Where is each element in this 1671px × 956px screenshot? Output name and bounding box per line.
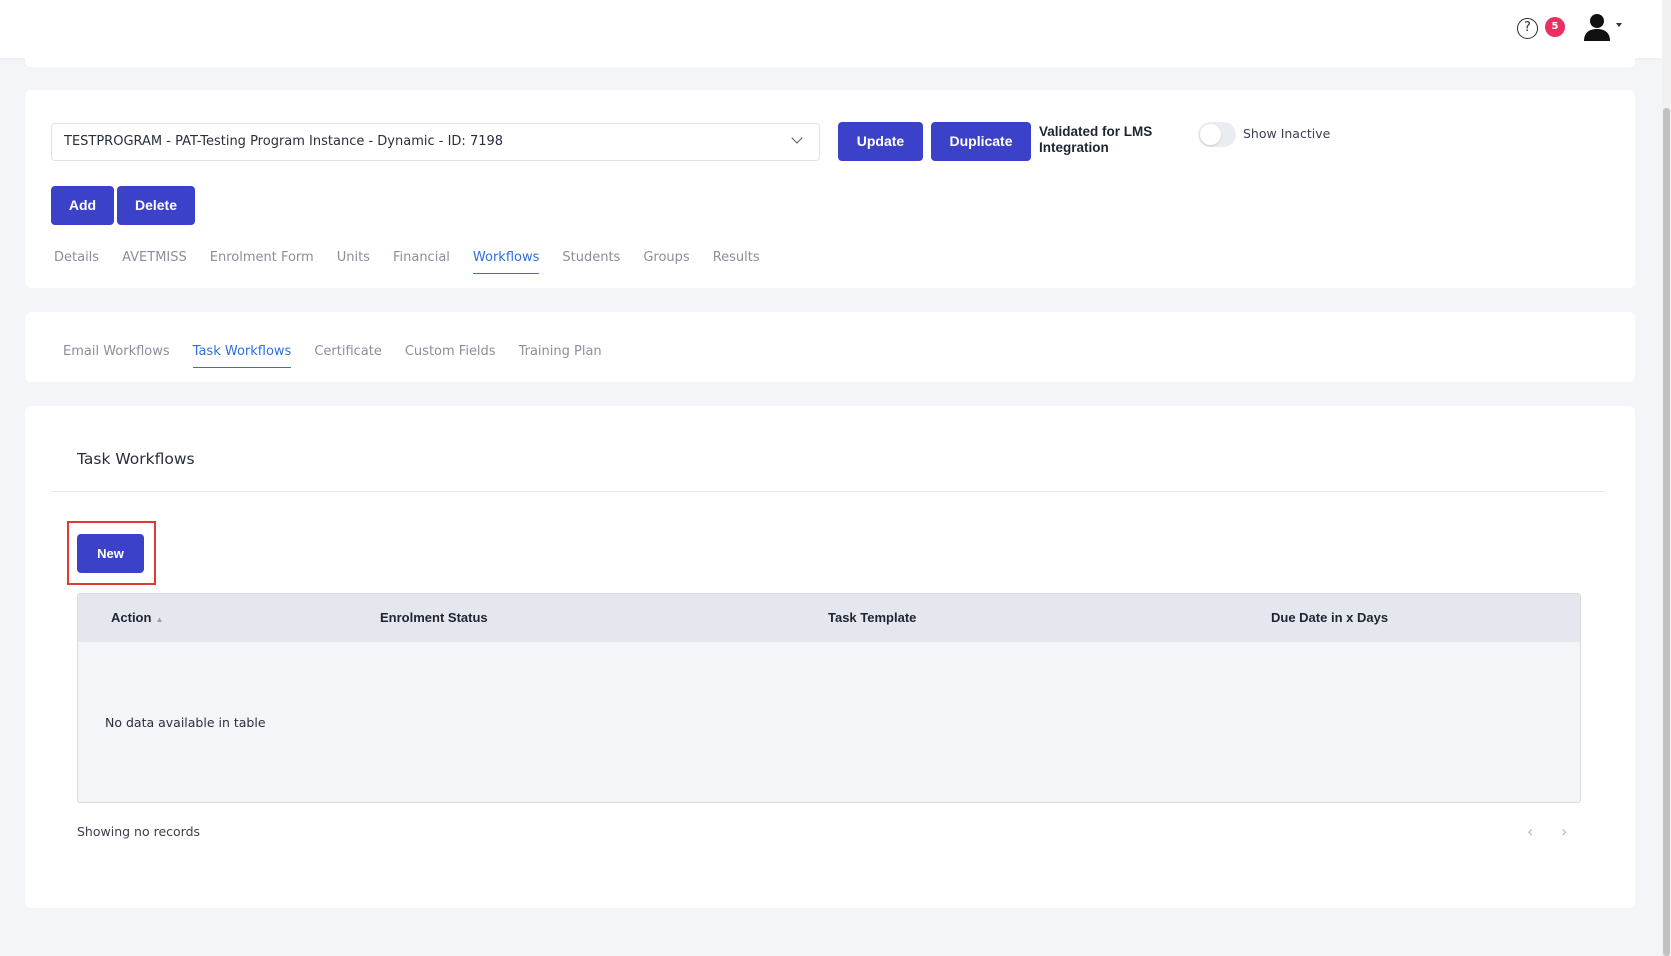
divider [51, 491, 1605, 492]
user-menu-caret-icon[interactable] [1616, 23, 1622, 27]
user-avatar-icon[interactable] [1582, 12, 1616, 42]
task-workflows-table: Action ▲ Enrolment Status Task Template D… [77, 593, 1581, 803]
tab-email-workflows[interactable]: Email Workflows [63, 344, 170, 368]
tab-certificate[interactable]: Certificate [314, 344, 382, 368]
empty-table-message: No data available in table [105, 715, 266, 730]
pagination-next-icon[interactable]: › [1561, 822, 1567, 841]
tab-groups[interactable]: Groups [643, 250, 689, 274]
program-select[interactable]: TESTPROGRAM - PAT-Testing Program Instan… [51, 123, 820, 161]
top-bar-strip [25, 58, 1635, 67]
tab-training-plan[interactable]: Training Plan [519, 344, 602, 368]
toggle-knob[interactable] [1200, 124, 1221, 145]
column-header-enrolment-status[interactable]: Enrolment Status [380, 610, 488, 625]
section-title: Task Workflows [77, 450, 195, 468]
tab-results[interactable]: Results [713, 250, 760, 274]
table-header: Action ▲ Enrolment Status Task Template D… [78, 594, 1580, 642]
tab-workflows[interactable]: Workflows [472, 250, 540, 274]
validated-lms-label: Validated for LMS Integration [1039, 124, 1153, 155]
column-header-action[interactable]: Action ▲ [111, 610, 163, 625]
pagination-prev-icon[interactable]: ‹ [1527, 822, 1533, 841]
tab-units[interactable]: Units [337, 250, 370, 274]
add-button[interactable]: Add [51, 186, 114, 225]
delete-button[interactable]: Delete [117, 186, 195, 225]
tab-students[interactable]: Students [562, 250, 620, 274]
tab-details[interactable]: Details [54, 250, 99, 274]
top-bar [0, 0, 1662, 58]
record-count: Showing no records [77, 824, 201, 839]
update-button[interactable]: Update [838, 122, 923, 161]
show-inactive-label: Show Inactive [1243, 126, 1331, 141]
tab-enrolment-form[interactable]: Enrolment Form [210, 250, 314, 274]
sort-up-icon[interactable]: ▲ [155, 615, 163, 624]
tab-financial[interactable]: Financial [393, 250, 450, 274]
tab-task-workflows[interactable]: Task Workflows [192, 344, 292, 368]
scrollbar-thumb[interactable] [1663, 108, 1670, 956]
main-tabs: Details AVETMISS Enrolment Form Units Fi… [54, 250, 783, 274]
workflow-sub-tabs: Email Workflows Task Workflows Certifica… [63, 344, 625, 368]
new-button[interactable]: New [77, 534, 144, 573]
duplicate-button[interactable]: Duplicate [931, 122, 1031, 161]
column-header-task-template[interactable]: Task Template [828, 610, 916, 625]
help-icon[interactable]: ? [1517, 18, 1538, 39]
tab-avetmiss[interactable]: AVETMISS [122, 250, 187, 274]
column-header-due-date[interactable]: Due Date in x Days [1271, 610, 1388, 625]
notification-badge[interactable]: 5 [1545, 17, 1565, 37]
tab-custom-fields[interactable]: Custom Fields [405, 344, 496, 368]
